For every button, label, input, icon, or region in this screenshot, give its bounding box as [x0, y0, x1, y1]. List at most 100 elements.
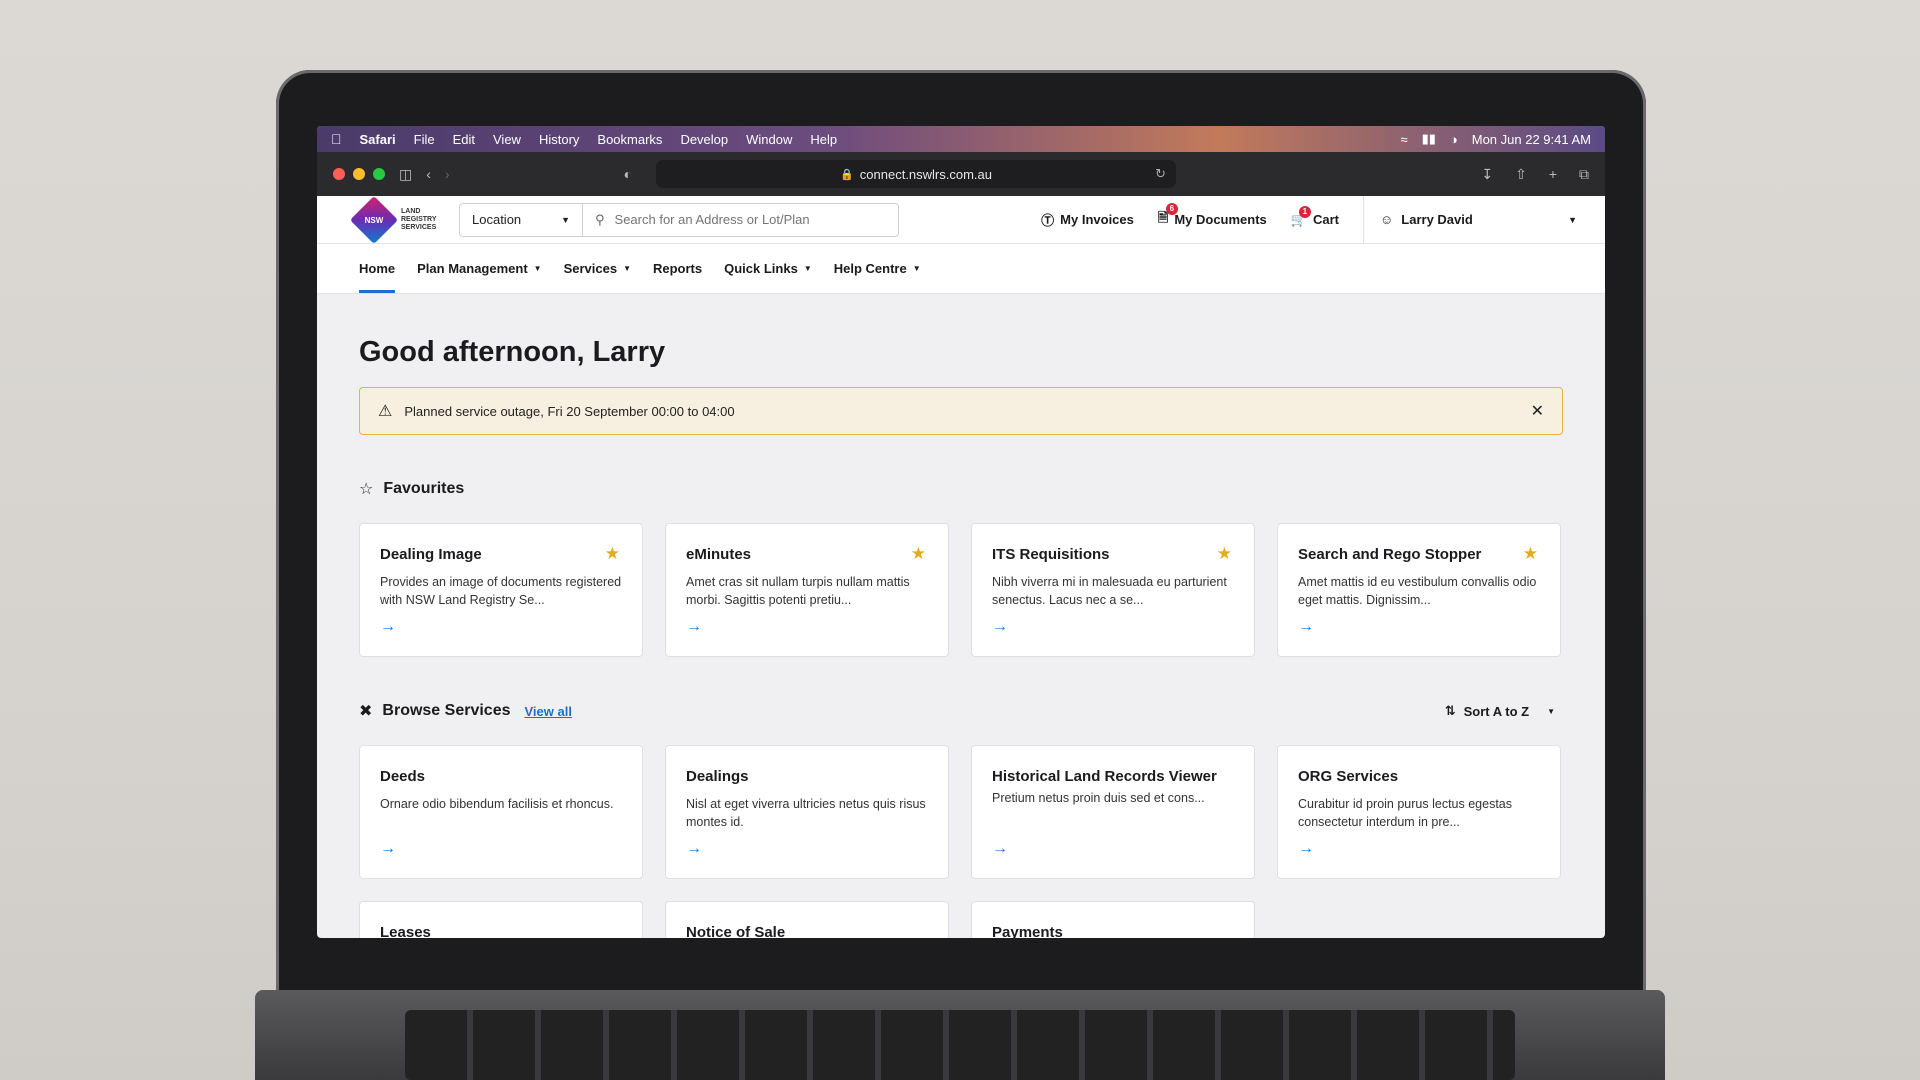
share-icon[interactable]: ⇧ [1515, 166, 1527, 183]
my-invoices-label: My Invoices [1060, 212, 1134, 227]
star-filled-icon[interactable]: ★ [1217, 544, 1232, 564]
favourites-title: Favourites [383, 480, 465, 497]
menu-edit[interactable]: Edit [453, 132, 475, 147]
arrow-right-icon[interactable]: → [992, 840, 1008, 858]
forward-icon[interactable]: › [445, 166, 450, 182]
lock-icon: 🔒 [840, 168, 854, 181]
star-filled-icon[interactable]: ★ [1523, 544, 1538, 564]
back-icon[interactable]: ‹ [426, 166, 431, 182]
sort-icon: ⇅ [1444, 703, 1456, 718]
location-label: Location [472, 212, 522, 227]
nav-services[interactable]: Services ▼ [564, 244, 631, 293]
menu-bookmarks[interactable]: Bookmarks [597, 132, 662, 147]
card-description: Amet mattis id eu vestibulum convallis o… [1298, 575, 1537, 607]
card-title: ITS Requisitions [992, 546, 1110, 563]
menu-develop[interactable]: Develop [680, 132, 728, 147]
menu-history[interactable]: History [539, 132, 579, 147]
card-title: Dealings [686, 768, 749, 785]
search-input[interactable] [614, 212, 886, 227]
browse-services-header: ✖ Browse Services View all ⇅ Sort A to Z… [359, 701, 1563, 721]
address-bar[interactable]: 🔒 connect.nswlrs.com.au ↻ [656, 160, 1177, 188]
privacy-shield-icon[interactable]: ◐ [624, 166, 632, 182]
nav-reports[interactable]: Reports [653, 244, 702, 293]
user-menu[interactable]: ☺ Larry David ▼ [1363, 195, 1577, 244]
nav-help-centre[interactable]: Help Centre ▼ [834, 244, 921, 293]
my-documents-link[interactable]: 🗎 6 My Documents [1158, 202, 1267, 231]
star-filled-icon[interactable]: ★ [605, 544, 620, 564]
arrow-right-icon[interactable]: → [686, 618, 702, 636]
card-title: Search and Rego Stopper [1298, 546, 1482, 563]
view-all-link[interactable]: View all [524, 704, 571, 719]
favourite-card[interactable]: Search and Rego Stopper ★ Amet mattis id… [1277, 523, 1561, 657]
favourite-card[interactable]: eMinutes ★ Amet cras sit nullam turpis n… [665, 523, 949, 657]
documents-badge: 6 [1165, 202, 1178, 215]
nav-quick-links[interactable]: Quick Links ▼ [724, 244, 812, 293]
card-description: Amet cras sit nullam turpis nullam matti… [686, 575, 910, 607]
nsw-lrs-logo[interactable]: NSW LAND REGISTRY SERVICES [349, 195, 457, 244]
menu-window[interactable]: Window [746, 132, 792, 147]
arrow-right-icon[interactable]: → [380, 840, 396, 858]
control-center-icon[interactable]: ◑ [1450, 132, 1458, 147]
menubar-tray: ≈ ▮▮ ◑ Mon Jun 22 9:41 AM [1400, 131, 1591, 147]
reload-icon[interactable]: ↻ [1155, 166, 1166, 182]
menu-app-name[interactable]: Safari [360, 132, 396, 147]
favourite-card[interactable]: Dealing Image ★ Provides an image of doc… [359, 523, 643, 657]
toolbar-actions: ↧ ⇧ + ⧉ [1481, 166, 1589, 183]
alert-text: Planned service outage, Fri 20 September… [404, 403, 735, 419]
cart-link[interactable]: 🛒 1 Cart [1291, 205, 1339, 228]
card-description: Nisl at eget viverra ultricies netus qui… [686, 797, 926, 829]
arrow-right-icon[interactable]: → [686, 840, 702, 858]
arrow-right-icon[interactable]: → [380, 618, 396, 636]
cart-label: Cart [1312, 212, 1339, 227]
arrow-right-icon[interactable]: → [1298, 840, 1314, 858]
my-invoices-link[interactable]: Ⓣ My Invoices [1041, 210, 1134, 229]
new-tab-icon[interactable]: + [1549, 166, 1557, 183]
service-card[interactable]: Historical Land Records Viewer Pretium n… [971, 745, 1255, 879]
tools-icon: ✖ [359, 703, 373, 720]
close-window-icon[interactable] [333, 168, 345, 180]
favourites-header: ☆ Favourites [359, 479, 1563, 499]
menu-file[interactable]: File [414, 132, 435, 147]
service-card[interactable]: Notice of Sale [665, 901, 949, 938]
service-card[interactable]: Deeds Ornare odio bibendum facilisis et … [359, 745, 643, 879]
chevron-down-icon: ▼ [1568, 214, 1577, 225]
caret-down-icon: ▼ [803, 264, 812, 273]
main-content: Good afternoon, Larry ⚠ Planned service … [317, 336, 1605, 938]
zoom-window-icon[interactable] [373, 168, 385, 180]
caret-down-icon: ▼ [623, 264, 631, 273]
apple-icon[interactable]:  [331, 131, 342, 147]
arrow-right-icon[interactable]: → [1298, 618, 1314, 636]
minimize-window-icon[interactable] [353, 168, 365, 180]
tab-overview-icon[interactable]: ⧉ [1579, 166, 1589, 183]
browse-services-title: Browse Services [382, 702, 511, 719]
user-avatar-icon: ☺ [1380, 212, 1394, 227]
star-outline-icon: ☆ [359, 481, 374, 498]
sort-select[interactable]: ⇅ Sort A to Z ▼ [1445, 703, 1555, 719]
arrow-right-icon[interactable]: → [992, 618, 1008, 636]
search-box: ⚲ [583, 202, 899, 237]
menu-view[interactable]: View [493, 132, 521, 147]
card-description: Pretium netus proin duis sed et cons... [992, 791, 1205, 805]
menubar-clock[interactable]: Mon Jun 22 9:41 AM [1472, 132, 1591, 147]
warning-icon: ⚠ [378, 403, 393, 420]
wifi-icon[interactable]: ≈ [1400, 132, 1407, 147]
service-card[interactable]: ORG Services Curabitur id proin purus le… [1277, 745, 1561, 879]
menu-help[interactable]: Help [810, 132, 837, 147]
browser-toolbar: ◫ ‹ › ◐ 🔒 connect.nswlrs.com.au ↻ ↧ ⇧ + … [317, 152, 1605, 196]
service-card[interactable]: Payments [971, 901, 1255, 938]
address-url: connect.nswlrs.com.au [859, 166, 993, 182]
caret-down-icon: ▼ [912, 264, 921, 273]
service-card[interactable]: Leases [359, 901, 643, 938]
browse-services-grid-more: Leases Notice of Sale Payments [359, 901, 1563, 938]
close-icon[interactable]: ✕ [1531, 401, 1544, 421]
service-card[interactable]: Dealings Nisl at eget viverra ultricies … [665, 745, 949, 879]
location-select[interactable]: Location ▼ [459, 202, 583, 237]
favourite-card[interactable]: ITS Requisitions ★ Nibh viverra mi in ma… [971, 523, 1255, 657]
downloads-icon[interactable]: ↧ [1481, 166, 1493, 183]
logo-text: LAND REGISTRY SERVICES [401, 207, 437, 231]
nav-plan-management[interactable]: Plan Management ▼ [417, 244, 541, 293]
sidebar-toggle-icon[interactable]: ◫ [399, 166, 412, 183]
nav-home[interactable]: Home [359, 244, 396, 293]
star-filled-icon[interactable]: ★ [911, 544, 926, 564]
battery-icon[interactable]: ▮▮ [1422, 131, 1436, 147]
